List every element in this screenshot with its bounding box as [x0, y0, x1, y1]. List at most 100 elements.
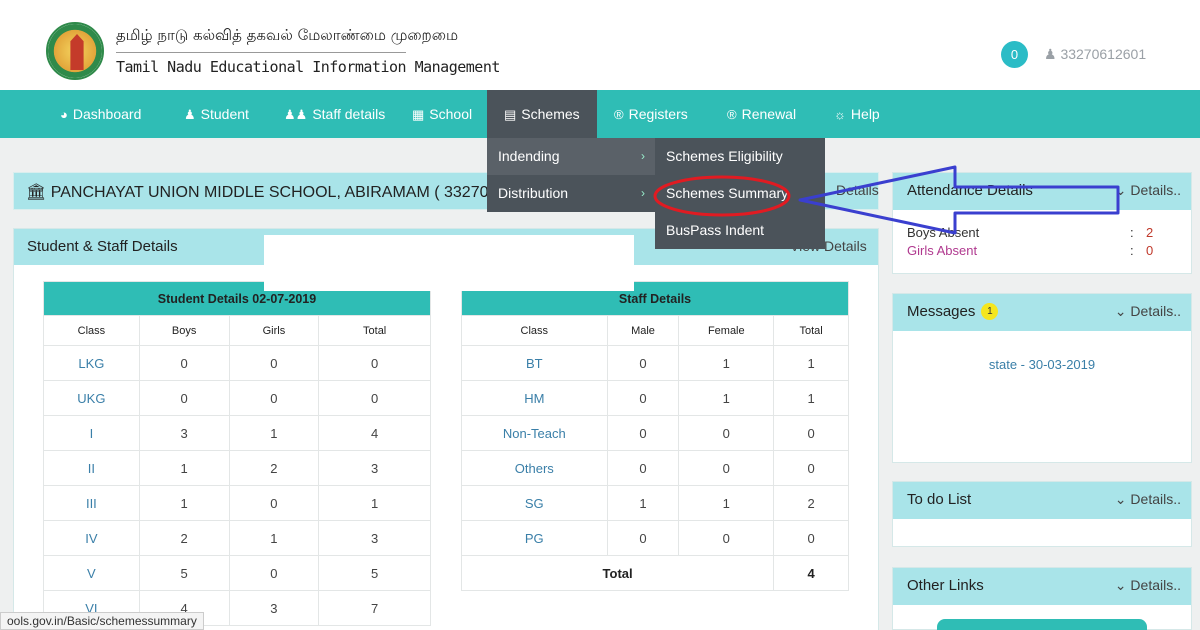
other-links-details-toggle[interactable]: ⌄ Details.. [1115, 577, 1181, 594]
messages-details-toggle[interactable]: ⌄ Details.. [1115, 303, 1181, 320]
nav-registers[interactable]: ® Registers [614, 90, 688, 138]
todo-details-toggle[interactable]: ⌄ Details.. [1115, 491, 1181, 508]
menu-item-buspass-indent[interactable]: BusPass Indent [655, 212, 825, 249]
girls-absent-colon: : [1130, 243, 1134, 258]
table-cell: 0 [138, 345, 230, 381]
user-id: 33270612601 [1060, 46, 1147, 62]
attendance-details-toggle[interactable]: ⌄ Details.. [1115, 182, 1181, 199]
column-header: Total [773, 315, 849, 346]
user-icon: ♟ [184, 107, 196, 122]
staff-class-link[interactable]: Non-Teach [461, 415, 608, 451]
table-cell: 1 [678, 485, 775, 521]
schemes-dropdown: Indending › Distribution › [487, 138, 655, 212]
chat-icon: ☼ [834, 107, 846, 122]
menu-item-schemes-eligibility[interactable]: Schemes Eligibility [655, 138, 825, 175]
table-cell: 0 [228, 380, 320, 416]
total-label: Total [460, 555, 775, 591]
other-links-panel: Other Links ⌄ Details.. [892, 567, 1192, 630]
user-icon: ♟ [1044, 46, 1057, 62]
column-header: Class [461, 315, 608, 346]
table-cell: 0 [228, 485, 320, 521]
document-icon: ▤ [504, 107, 517, 122]
menu-item-indending[interactable]: Indending › [487, 138, 655, 175]
other-link-button[interactable] [937, 619, 1147, 630]
table-row: BT 0 1 1 [461, 345, 849, 381]
table-row: UKG 0 0 0 [43, 380, 431, 416]
notification-badge[interactable]: 0 [1001, 41, 1028, 68]
nav-staff-details[interactable]: ♟♟ Staff details [284, 90, 385, 138]
brand-title-english: Tamil Nadu Educational Information Manag… [116, 58, 500, 76]
chevron-down-icon: ⌄ [1114, 303, 1127, 319]
table-row: Non-Teach 0 0 0 [461, 415, 849, 451]
staff-class-link[interactable]: PG [461, 520, 608, 556]
table-cell: 0 [606, 520, 680, 556]
table-cell: 0 [773, 520, 849, 556]
table-cell: 2 [138, 520, 230, 556]
table-cell: 7 [318, 590, 431, 626]
table-cell: 2 [773, 485, 849, 521]
class-link[interactable]: II [43, 450, 140, 486]
table-cell: 0 [228, 555, 320, 591]
other-links-header: Other Links ⌄ Details.. [893, 568, 1191, 605]
column-header: Total [318, 315, 431, 346]
attendance-title: Attendance Details [907, 182, 1033, 199]
class-link[interactable]: V [43, 555, 140, 591]
header: தமிழ் நாடு கல்வித் தகவல் மேலாண்மை முறைமை… [0, 0, 1200, 90]
dashboard-icon: ◕ [60, 107, 68, 122]
table-row: HM 0 1 1 [461, 380, 849, 416]
table-cell: 1 [138, 450, 230, 486]
table-cell: 0 [606, 380, 680, 416]
table-cell: 1 [228, 415, 320, 451]
table-row: III 1 0 1 [43, 485, 431, 521]
nav-dashboard[interactable]: ◕ Dashboard [60, 90, 141, 138]
school-details-link[interactable]: Details [836, 182, 879, 198]
class-link[interactable]: III [43, 485, 140, 521]
staff-class-link[interactable]: HM [461, 380, 608, 416]
table-cell: 0 [318, 380, 431, 416]
nav-school[interactable]: ▦ School [412, 90, 472, 138]
table-row: Others 0 0 0 [461, 450, 849, 486]
table-cell: 0 [138, 380, 230, 416]
menu-item-distribution[interactable]: Distribution › [487, 175, 655, 212]
status-bar-url: ools.gov.in/Basic/schemessummary [0, 612, 204, 630]
table-cell: 3 [138, 415, 230, 451]
tn-emblem-logo [46, 22, 104, 80]
column-header: Female [678, 315, 775, 346]
table-cell: 0 [678, 415, 775, 451]
staff-class-link[interactable]: SG [461, 485, 608, 521]
redacted-area [264, 235, 634, 291]
table-row: PG 0 0 0 [461, 520, 849, 556]
school-name: 🏛 PANCHAYAT UNION MIDDLE SCHOOL, ABIRAMA… [26, 184, 507, 201]
girls-absent-label: Girls Absent [907, 243, 978, 258]
table-cell: 1 [318, 485, 431, 521]
menu-item-schemes-summary[interactable]: Schemes Summary [655, 175, 825, 212]
table-cell: 3 [318, 520, 431, 556]
class-link[interactable]: LKG [43, 345, 140, 381]
building-icon: ▦ [412, 107, 425, 122]
chevron-down-icon: ⌄ [1114, 577, 1127, 593]
chevron-right-icon: › [641, 186, 645, 200]
student-details-table: Student Details 02-07-2019 Class Boys Gi… [43, 281, 431, 626]
staff-class-link[interactable]: Others [461, 450, 608, 486]
class-link[interactable]: IV [43, 520, 140, 556]
nav-renewal[interactable]: ® Renewal [727, 90, 796, 138]
user-menu[interactable]: ♟ 33270612601 [1044, 46, 1146, 63]
table-cell: 0 [678, 520, 775, 556]
nav-schemes[interactable]: ▤ Schemes [487, 90, 597, 138]
table-cell: 0 [678, 450, 775, 486]
institution-icon: 🏛 [26, 184, 47, 201]
message-item-link[interactable]: state - 30-03-2019 [893, 357, 1191, 372]
staff-class-link[interactable]: BT [461, 345, 608, 381]
table-cell: 3 [228, 590, 320, 626]
nav-student[interactable]: ♟ Student [184, 90, 249, 138]
nav-help[interactable]: ☼ Help [834, 90, 880, 138]
staff-details-table: Staff Details Class Male Female Total BT… [460, 281, 849, 591]
class-link[interactable]: I [43, 415, 140, 451]
table-cell: 1 [678, 345, 775, 381]
class-link[interactable]: UKG [43, 380, 140, 416]
table-row: LKG 0 0 0 [43, 345, 431, 381]
column-header: Boys [138, 315, 230, 346]
table-cell: 0 [606, 345, 680, 381]
boys-absent-colon: : [1130, 225, 1134, 240]
brand-title-tamil: தமிழ் நாடு கல்வித் தகவல் மேலாண்மை முறைமை [116, 26, 459, 44]
